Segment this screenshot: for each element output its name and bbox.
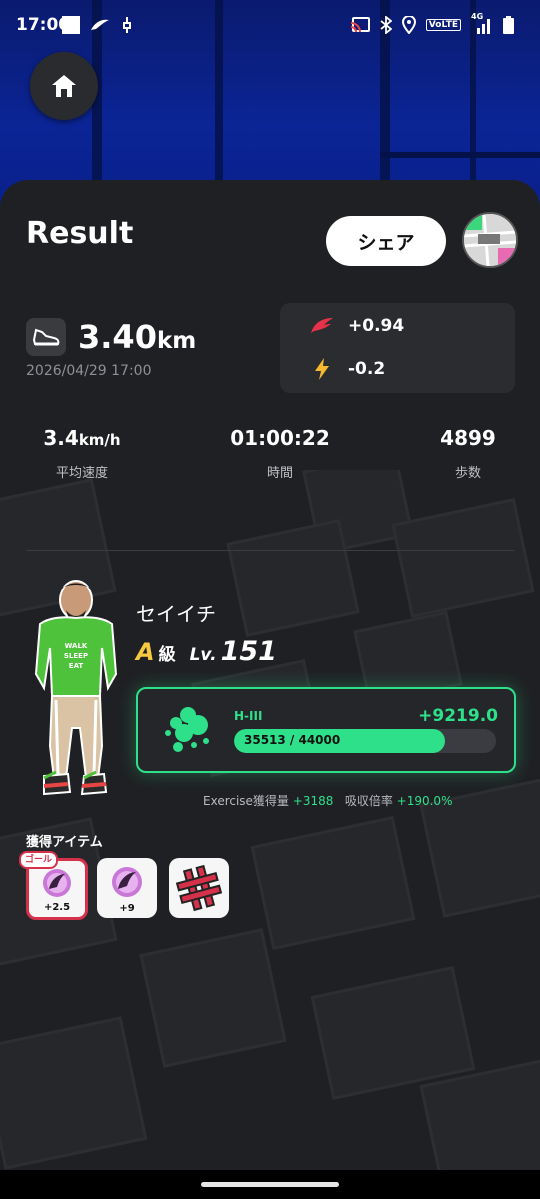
ring-notification-icon [123, 17, 131, 33]
absorb-value: +190.0% [396, 794, 453, 808]
gain-card: +0.94 -0.2 [280, 303, 515, 393]
battery-icon [503, 16, 514, 34]
stat-label: 時間 [266, 466, 293, 481]
stat-value: 3.4km/h [2, 426, 162, 450]
energy-progress-text: 35513 / 44000 [244, 733, 341, 747]
goal-badge: ゴール [19, 851, 59, 869]
exercise-label: Exercise獲得量 [203, 794, 289, 808]
energy-label: H-III [234, 709, 263, 723]
rank-grade: A [136, 638, 155, 666]
stat-time: 01:00:22 時間 [200, 426, 360, 481]
share-button[interactable]: シェア [326, 216, 446, 266]
bg-strip [380, 152, 540, 158]
energy-blob-icon [165, 707, 209, 752]
character-illustration: WALK SLEEP EAT [34, 580, 118, 796]
level-number: 151 [220, 636, 277, 667]
signal-icon: 4G [471, 12, 493, 34]
feather-notification-icon [91, 19, 109, 30]
absorb-label: 吸収倍率 [344, 794, 393, 808]
energy-cost-value: -0.2 [348, 359, 386, 379]
status-notification-icons [62, 16, 134, 34]
status-system-icons: VoLTE 4G [350, 12, 514, 34]
home-button[interactable] [30, 52, 98, 120]
item-count: +9 [119, 903, 135, 914]
bluetooth-icon [380, 16, 392, 34]
speed-unit: km/h [78, 431, 121, 449]
svg-text:EAT: EAT [69, 662, 84, 670]
exercise-summary: Exercise獲得量 +3188 吸収倍率 +190.0% [203, 792, 452, 809]
stat-steps: 4899 歩数 [388, 426, 540, 481]
items-title: 獲得アイテム [26, 835, 103, 850]
energy-card: H-III +9219.0 35513 / 44000 [136, 687, 516, 773]
home-gesture-handle[interactable] [201, 1182, 339, 1187]
status-bar: 17:00 VoLTE 4G [0, 0, 540, 50]
speed-value: 3.4 [43, 426, 79, 450]
divider [26, 550, 514, 551]
map-thumbnail-icon [464, 214, 516, 266]
steps-value: 4899 [440, 426, 496, 450]
location-icon [401, 16, 416, 34]
distance-value: 3.40km [78, 318, 196, 356]
rank-suffix: 級 [158, 645, 176, 665]
character-name: セイイチ [136, 602, 216, 626]
stat-value: 4899 [388, 426, 540, 450]
item-hash-badge[interactable] [169, 858, 229, 918]
feather-gain-value: +0.94 [348, 316, 405, 336]
home-icon [52, 75, 76, 97]
distance-number: 3.40 [78, 318, 157, 356]
time-value: 01:00:22 [230, 426, 330, 450]
character-rank: A 級 Lv. 151 [136, 636, 277, 667]
energy-gain: +9219.0 [418, 706, 498, 726]
volte-label: VoLTE [425, 19, 461, 31]
page-title: Result [26, 216, 134, 251]
map-thumbnail-button[interactable] [462, 212, 518, 268]
navigation-bar [0, 1170, 540, 1199]
stat-label: 歩数 [454, 466, 481, 481]
running-shoe-icon [32, 328, 60, 346]
shoe-badge [26, 318, 66, 356]
exercise-value: +3188 [292, 794, 334, 808]
stat-value: 01:00:22 [200, 426, 360, 450]
result-sheet: Result シェア 3.40km 2026/04/29 17:00 +0.94… [0, 180, 540, 1170]
stat-speed: 3.4km/h 平均速度 [2, 426, 162, 481]
level-prefix: Lv. [189, 645, 217, 665]
run-datetime: 2026/04/29 17:00 [26, 363, 152, 379]
energy-gain-row: -0.2 [310, 357, 385, 381]
svg-text:SLEEP: SLEEP [64, 652, 88, 660]
hash-badge-icon [175, 864, 223, 912]
feather-gain-row: +0.94 [310, 316, 404, 336]
cast-icon [350, 17, 370, 33]
lightning-bolt-icon [315, 358, 329, 380]
red-feather-icon [311, 318, 333, 333]
notification-square-icon [62, 16, 80, 34]
stat-label: 平均速度 [55, 466, 108, 481]
item-feather[interactable]: +9 [97, 858, 157, 918]
item-count: +2.5 [43, 902, 71, 913]
svg-text:WALK: WALK [65, 642, 88, 650]
energy-progress-bar: 35513 / 44000 [234, 729, 496, 753]
distance-unit: km [156, 328, 197, 354]
